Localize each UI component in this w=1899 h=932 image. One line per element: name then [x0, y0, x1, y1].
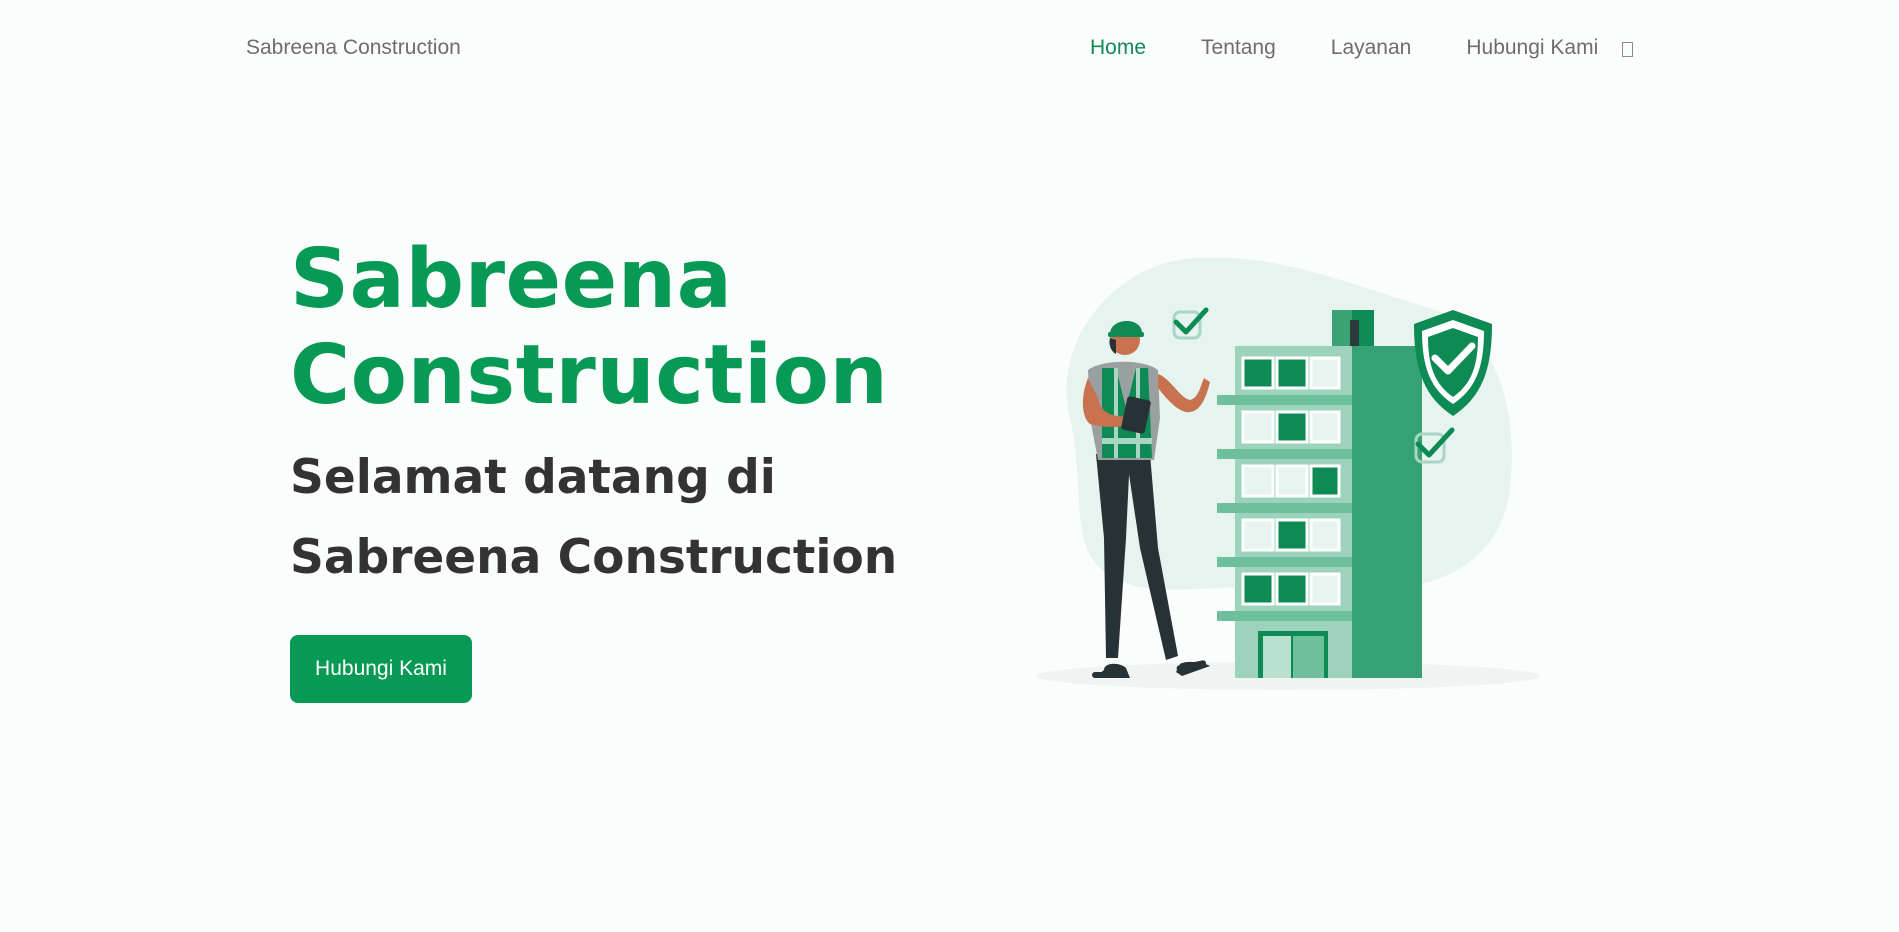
- brand-logo-link[interactable]: Sabreena Construction: [246, 36, 461, 60]
- hero-title-line2: Construction: [290, 328, 889, 423]
- hero-section: Sabreena Construction Selamat datang di …: [290, 232, 897, 598]
- theme-toggle-icon[interactable]: [1622, 41, 1634, 57]
- hero-subtitle-line1: Selamat datang di: [290, 450, 776, 505]
- hero-subtitle-line2: Sabreena Construction: [290, 530, 898, 585]
- contact-us-button[interactable]: Hubungi Kami: [290, 635, 472, 703]
- nav-link-home[interactable]: Home: [1090, 36, 1146, 60]
- hero-title: Sabreena Construction: [290, 232, 897, 424]
- nav-link-layanan[interactable]: Layanan: [1331, 36, 1412, 60]
- nav-link-tentang[interactable]: Tentang: [1201, 36, 1276, 60]
- building-icon: [1217, 310, 1422, 678]
- hero-subtitle: Selamat datang di Sabreena Construction: [290, 438, 897, 598]
- nav-links: Home Tentang Layanan Hubungi Kami: [1090, 36, 1634, 60]
- navbar: Sabreena Construction Home Tentang Layan…: [0, 0, 1899, 98]
- nav-link-hubungi-kami[interactable]: Hubungi Kami: [1466, 36, 1598, 60]
- hero-title-line1: Sabreena: [290, 232, 733, 327]
- construction-illustration: [1036, 257, 1540, 690]
